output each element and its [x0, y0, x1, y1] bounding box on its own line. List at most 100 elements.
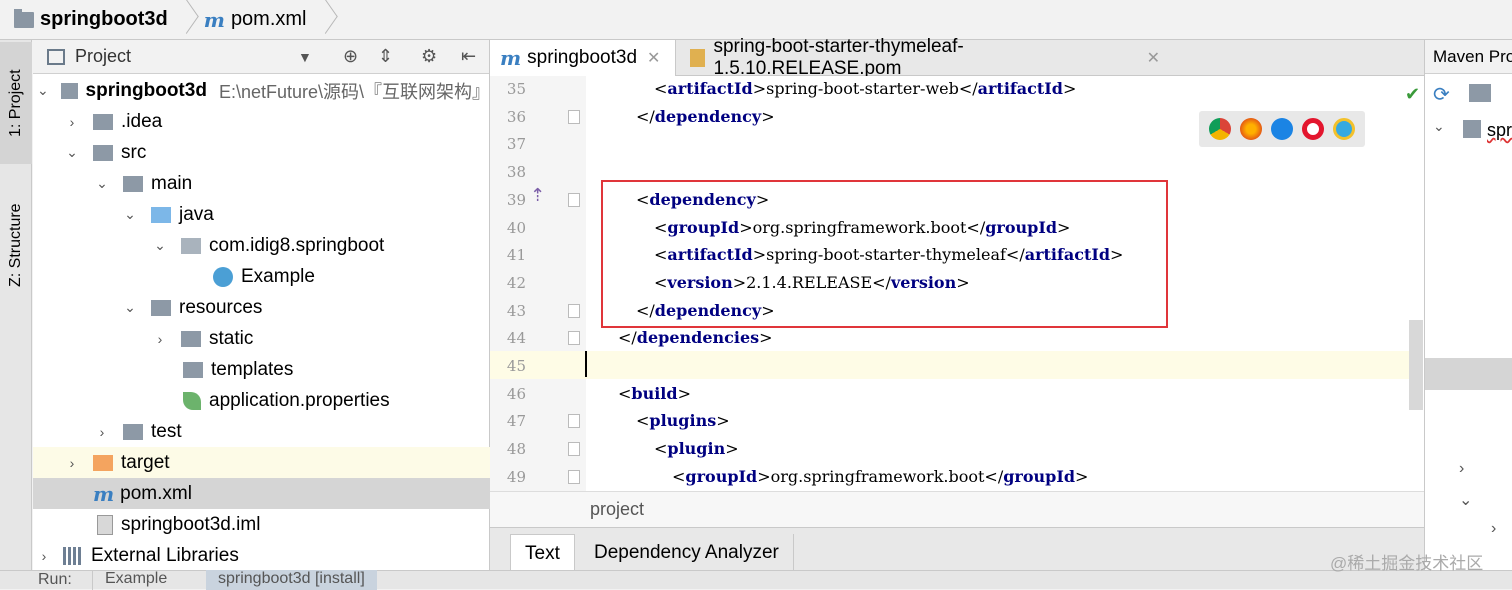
tree-item-static[interactable]: › static	[33, 323, 490, 354]
tree-item-idea[interactable]: › .idea	[33, 106, 490, 137]
tree-item-target[interactable]: › target	[33, 447, 490, 478]
chevron-down-icon[interactable]: ⌄	[95, 175, 109, 192]
tab-springboot3d[interactable]: m springboot3d ✕	[490, 40, 676, 76]
folder-icon	[93, 144, 113, 161]
chevron-right-icon[interactable]: ›	[1491, 520, 1496, 538]
fold-marker-icon[interactable]	[568, 414, 580, 429]
tree-item-pom[interactable]: m pom.xml	[33, 478, 490, 509]
chevron-right-icon[interactable]: ›	[37, 548, 51, 564]
chevron-down-icon[interactable]: ⌄	[153, 237, 167, 254]
tab-text-label: Text	[525, 542, 560, 564]
tree-item-resources[interactable]: ⌄ resources	[33, 292, 490, 323]
tree-label: springboot3d.iml	[121, 513, 261, 535]
chevron-down-icon[interactable]: ⌄	[1459, 490, 1472, 510]
close-icon[interactable]: ✕	[647, 48, 660, 68]
tree-item-src[interactable]: ⌄ src	[33, 137, 490, 168]
safari-icon[interactable]	[1270, 118, 1293, 140]
tree-item-iml[interactable]: springboot3d.iml	[33, 509, 490, 540]
fold-marker-icon[interactable]	[568, 469, 580, 484]
implemented-marker-icon[interactable]: ⇡	[530, 185, 546, 207]
tree-item-package[interactable]: ⌄ com.idig8.springboot	[33, 230, 490, 261]
browser-preview-bar	[1199, 111, 1365, 147]
chevron-right-icon[interactable]: ›	[1459, 460, 1464, 478]
chevron-down-icon[interactable]: ⌄	[37, 82, 49, 99]
code-line[interactable]: 45	[490, 353, 1424, 381]
run-tab-install[interactable]: springboot3d [install]	[206, 570, 377, 590]
code-line[interactable]: 48 <plugin>	[490, 436, 1424, 464]
tree-item-application-properties[interactable]: application.properties	[33, 385, 490, 416]
maven-file-icon: m	[93, 481, 115, 506]
xml-bracket: </	[958, 79, 978, 98]
tab-label: springboot3d	[527, 47, 638, 68]
fold-marker-icon[interactable]	[568, 442, 580, 457]
xml-breadcrumb-project[interactable]: project	[590, 499, 644, 520]
tree-label: com.idig8.springboot	[209, 234, 385, 256]
breadcrumb-project[interactable]: springboot3d	[0, 0, 176, 40]
line-number: 48	[506, 440, 526, 459]
chrome-icon[interactable]	[1209, 118, 1232, 140]
chevron-right-icon[interactable]: ›	[65, 114, 79, 130]
firefox-icon[interactable]	[1240, 118, 1263, 140]
line-number: 37	[506, 135, 526, 154]
tab-thymeleaf-pom[interactable]: spring-boot-starter-thymeleaf-1.5.10.REL…	[680, 36, 1170, 79]
line-number: 43	[506, 301, 526, 320]
tab-dependency-analyzer[interactable]: Dependency Analyzer	[580, 534, 794, 572]
selected-row	[1425, 358, 1512, 390]
tree-item-java[interactable]: ⌄ java	[33, 199, 490, 230]
locate-icon[interactable]: ⊕	[343, 46, 358, 67]
tab-text[interactable]: Text	[510, 534, 575, 572]
editor-tab-bar: m springboot3d ✕ spring-boot-starter-thy…	[490, 36, 1424, 79]
xml-tag-name: groupId	[685, 466, 758, 486]
tree-item-test[interactable]: › test	[33, 416, 490, 447]
opera-icon[interactable]	[1301, 118, 1324, 140]
chevron-right-icon[interactable]: ›	[153, 331, 167, 347]
code-line[interactable]: 35 <artifactId>spring-boot-starter-web</a…	[490, 76, 1424, 104]
tab-project[interactable]: 1: Project	[0, 42, 32, 164]
tree-item-example[interactable]: Example	[33, 261, 490, 292]
code-line[interactable]: 46 <build>	[490, 381, 1424, 409]
reimport-icon[interactable]	[1469, 84, 1491, 102]
refresh-icon[interactable]: ⟳	[1433, 82, 1450, 107]
chevron-down-icon[interactable]: ⌄	[123, 206, 137, 223]
chevron-down-icon[interactable]: ⌄	[1433, 118, 1445, 135]
close-icon[interactable]: ✕	[1147, 48, 1160, 68]
line-number: 44	[506, 329, 526, 348]
code-line[interactable]: 44 </dependencies>	[490, 325, 1424, 353]
module-folder-icon	[60, 82, 78, 99]
run-tab-example[interactable]: Example	[92, 570, 179, 590]
maven-project-item[interactable]: spr	[1487, 120, 1512, 141]
line-number: 40	[506, 218, 526, 237]
excluded-folder-icon	[93, 454, 113, 471]
scrollbar-thumb[interactable]	[1409, 320, 1423, 410]
fold-marker-icon[interactable]	[568, 192, 580, 207]
ie-icon[interactable]	[1332, 118, 1355, 140]
code-line[interactable]: 47 <plugins>	[490, 408, 1424, 436]
breadcrumb-file[interactable]: m pom.xml	[190, 0, 315, 40]
project-panel-title[interactable]: Project	[75, 46, 131, 67]
xml-tag-name: plugin	[667, 439, 726, 459]
chevron-right-icon[interactable]: ›	[95, 424, 109, 440]
tree-label: target	[121, 451, 170, 473]
fold-marker-icon[interactable]	[568, 331, 580, 346]
gear-icon[interactable]: ⚙	[421, 46, 437, 67]
line-number: 45	[506, 357, 526, 375]
chevron-right-icon[interactable]: ›	[65, 455, 79, 471]
chevron-down-icon[interactable]: ⌄	[123, 299, 137, 316]
tree-item-project-root[interactable]: ⌄ springboot3d E:\netFuture\源码\『互联网架构』	[33, 75, 490, 106]
collapse-icon[interactable]: ⇕	[378, 46, 393, 67]
tab-structure[interactable]: Z: Structure	[0, 180, 32, 310]
code-line[interactable]: 49 <groupId>org.springframework.boot</gro…	[490, 464, 1424, 491]
chevron-down-icon[interactable]: ⌄	[65, 144, 79, 161]
dropdown-arrow-icon[interactable]: ▼	[298, 49, 312, 65]
line-number: 46	[506, 384, 526, 403]
xml-bracket: >	[677, 383, 691, 403]
line-number: 47	[506, 412, 526, 431]
tree-item-external-libraries[interactable]: › External Libraries	[33, 540, 490, 571]
fold-marker-icon[interactable]	[568, 109, 580, 124]
tree-label: Example	[241, 265, 315, 287]
fold-marker-icon[interactable]	[568, 303, 580, 318]
tree-item-main[interactable]: ⌄ main	[33, 168, 490, 199]
tree-item-templates[interactable]: templates	[33, 354, 490, 385]
hide-panel-icon[interactable]: ⇤	[461, 46, 476, 67]
xml-bracket: >	[759, 328, 773, 348]
